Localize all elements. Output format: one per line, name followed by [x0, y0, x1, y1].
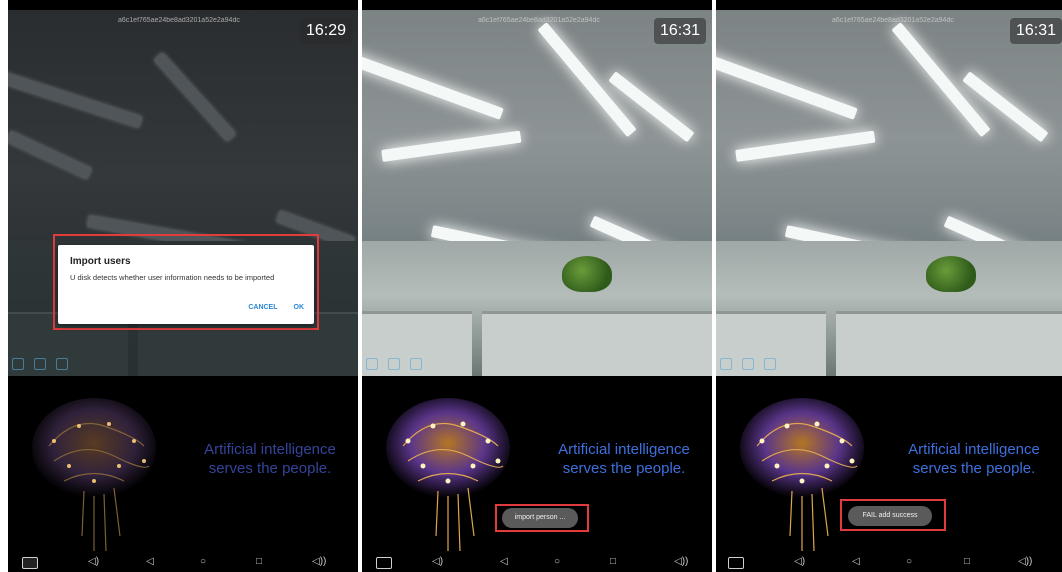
card-icon [410, 358, 422, 370]
camera-status-icons [366, 358, 422, 370]
ceiling-light [381, 130, 522, 162]
camera-status-icons [12, 358, 68, 370]
face-icon [720, 358, 732, 370]
screen-panel-1: a6c1ef765ae24be8ad3201a52e2a94dc 16:29 I… [8, 0, 358, 572]
cubicle [482, 311, 712, 376]
dialog-title: Import users [70, 256, 131, 267]
screen-panel-2: a6c1ef765ae24be8ad3201a52e2a94dc 16:31 A… [362, 0, 712, 572]
volume-up-icon[interactable]: ◁)) [674, 556, 688, 567]
slogan-line-2: serves the people. [208, 460, 332, 477]
device-id: a6c1ef765ae24be8ad3201a52e2a94dc [478, 17, 600, 24]
recents-icon[interactable]: □ [256, 556, 262, 567]
slogan: Artificial intelligence serves the peopl… [534, 440, 712, 478]
home-icon[interactable]: ○ [554, 556, 560, 567]
back-icon[interactable]: ◁ [852, 556, 860, 567]
navigation-bar: ◁) ◁ ○ □ ◁)) [716, 554, 1062, 572]
time-badge: 16:31 [1009, 18, 1062, 44]
home-icon[interactable]: ○ [200, 556, 206, 567]
cancel-button[interactable]: CANCEL [248, 304, 277, 311]
navigation-bar: ◁) ◁ ○ □ ◁)) [8, 554, 358, 572]
wifi-icon [34, 358, 46, 370]
slogan-line-1: Artificial intelligence [558, 441, 690, 458]
volume-down-icon[interactable]: ◁) [88, 556, 99, 567]
screenshot-icon[interactable] [376, 557, 392, 569]
volume-up-icon[interactable]: ◁)) [1018, 556, 1032, 567]
volume-down-icon[interactable]: ◁) [794, 556, 805, 567]
slogan: Artificial intelligence serves the peopl… [884, 440, 1062, 478]
cubicle [836, 311, 1062, 376]
brand-area: Artificial intelligence serves the peopl… [8, 376, 358, 554]
ceiling-light [962, 71, 1049, 143]
import-users-dialog: Import users U disk detects whether user… [58, 245, 314, 324]
camera-status-icons [720, 358, 776, 370]
ceiling-light [8, 130, 93, 180]
card-icon [56, 358, 68, 370]
time-badge: 16:31 [653, 18, 706, 44]
brain-circuit-image [32, 398, 156, 552]
wifi-icon [388, 358, 400, 370]
ceiling-light [608, 71, 695, 143]
back-icon[interactable]: ◁ [500, 556, 508, 567]
device-id: a6c1ef765ae24be8ad3201a52e2a94dc [118, 17, 240, 24]
navigation-bar: ◁) ◁ ○ □ ◁)) [362, 554, 712, 572]
back-icon[interactable]: ◁ [146, 556, 154, 567]
slogan-line-2: serves the people. [912, 460, 1036, 477]
card-icon [764, 358, 776, 370]
recents-icon[interactable]: □ [610, 556, 616, 567]
screen-panel-3: a6c1ef765ae24be8ad3201a52e2a94dc 16:31 A… [716, 0, 1062, 572]
brand-area: Artificial intelligence serves the peopl… [716, 376, 1062, 554]
ok-button[interactable]: OK [294, 304, 305, 311]
device-id: a6c1ef765ae24be8ad3201a52e2a94dc [832, 17, 954, 24]
plant [562, 256, 612, 292]
face-icon [366, 358, 378, 370]
volume-down-icon[interactable]: ◁) [432, 556, 443, 567]
wifi-icon [742, 358, 754, 370]
screenshot-icon[interactable] [728, 557, 744, 569]
camera-view: a6c1ef765ae24be8ad3201a52e2a94dc 16:31 [362, 10, 712, 376]
slogan: Artificial intelligence serves the peopl… [180, 440, 358, 478]
office-wall [362, 241, 712, 376]
slogan-line-2: serves the people. [562, 460, 686, 477]
ceiling-light [735, 130, 876, 162]
ceiling-light [716, 50, 858, 120]
toast-message: import person ... [502, 508, 578, 528]
recents-icon[interactable]: □ [964, 556, 970, 567]
camera-view: a6c1ef765ae24be8ad3201a52e2a94dc 16:31 [716, 10, 1062, 376]
home-icon[interactable]: ○ [906, 556, 912, 567]
dialog-actions: CANCEL OK [248, 304, 304, 311]
screenshot-icon[interactable] [22, 557, 38, 569]
ceiling-light [8, 70, 143, 129]
dialog-message: U disk detects whether user information … [70, 273, 275, 282]
slogan-line-1: Artificial intelligence [908, 441, 1040, 458]
ceiling-light [153, 51, 237, 142]
volume-up-icon[interactable]: ◁)) [312, 556, 326, 567]
office-wall [716, 241, 1062, 376]
face-icon [12, 358, 24, 370]
brand-area: Artificial intelligence serves the peopl… [362, 376, 712, 554]
ceiling-light [362, 50, 504, 120]
slogan-line-1: Artificial intelligence [204, 441, 336, 458]
plant [926, 256, 976, 292]
toast-message: FAIL add success [848, 506, 932, 526]
time-badge: 16:29 [299, 18, 352, 44]
